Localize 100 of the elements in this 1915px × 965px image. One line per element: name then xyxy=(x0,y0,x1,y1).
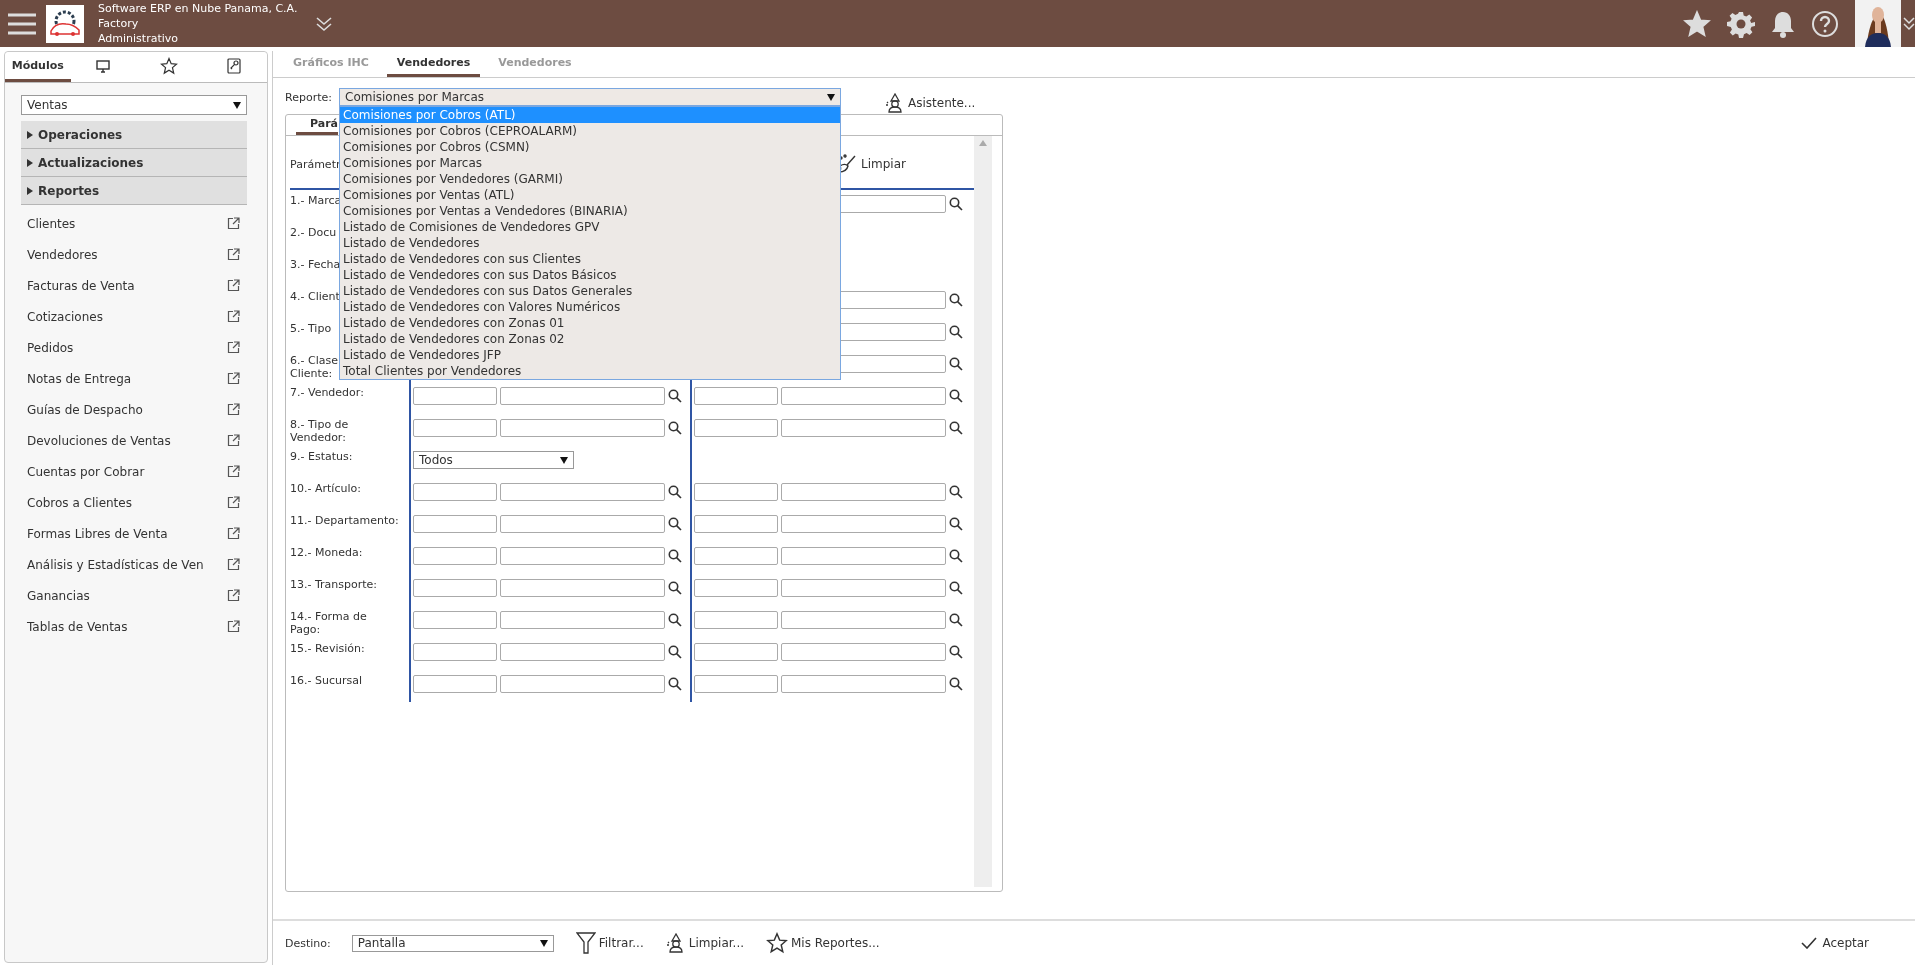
action-button[interactable]: Filtrar... xyxy=(575,932,644,954)
dropdown-option[interactable]: Total Clientes por Vendedores xyxy=(340,363,840,379)
tab[interactable]: Vendedores xyxy=(386,51,481,77)
dropdown-option[interactable]: Listado de Vendedores xyxy=(340,235,840,251)
panel-tab[interactable]: Pará xyxy=(296,115,339,135)
destination-select[interactable]: Pantalla xyxy=(351,934,554,952)
description-field[interactable] xyxy=(781,547,946,565)
description-field[interactable] xyxy=(500,515,665,533)
search-icon[interactable] xyxy=(949,613,963,627)
module-select[interactable]: Ventas xyxy=(21,95,247,115)
external-link-icon[interactable] xyxy=(227,527,240,540)
external-link-icon[interactable] xyxy=(227,403,240,416)
code-field[interactable] xyxy=(413,675,497,693)
description-field[interactable] xyxy=(500,419,665,437)
search-icon[interactable] xyxy=(949,421,963,435)
description-field[interactable] xyxy=(500,643,665,661)
search-icon[interactable] xyxy=(668,613,682,627)
external-link-icon[interactable] xyxy=(227,217,240,230)
menu-link[interactable]: Cobros a Clientes xyxy=(27,495,132,510)
external-link-icon[interactable] xyxy=(227,434,240,447)
external-link-icon[interactable] xyxy=(227,620,240,633)
description-field[interactable] xyxy=(781,643,946,661)
external-link-icon[interactable] xyxy=(227,372,240,385)
menu-section[interactable]: Operaciones xyxy=(21,121,247,149)
action-button[interactable]: Limpiar... xyxy=(665,933,744,953)
menu-link[interactable]: Vendedores xyxy=(27,247,98,262)
code-field[interactable] xyxy=(413,643,497,661)
search-icon[interactable] xyxy=(949,357,963,371)
menu-link[interactable]: Devoluciones de Ventas xyxy=(27,433,171,448)
search-icon[interactable] xyxy=(949,389,963,403)
code-field[interactable] xyxy=(694,547,778,565)
double-chevron-icon[interactable] xyxy=(1903,15,1915,32)
menu-link[interactable]: Pedidos xyxy=(27,340,74,355)
code-field[interactable] xyxy=(413,579,497,597)
code-field[interactable] xyxy=(694,611,778,629)
description-field[interactable] xyxy=(500,579,665,597)
search-icon[interactable] xyxy=(949,485,963,499)
dropdown-option[interactable]: Listado de Vendedores con sus Datos Básicos xyxy=(340,267,840,283)
description-field[interactable] xyxy=(781,515,946,533)
menu-link[interactable]: Cotizaciones xyxy=(27,309,103,324)
search-icon[interactable] xyxy=(949,197,963,211)
dropdown-option[interactable]: Listado de Vendedores con Zonas 02 xyxy=(340,331,840,347)
description-field[interactable] xyxy=(781,675,946,693)
menu-link[interactable]: Tablas de Ventas xyxy=(27,619,128,634)
dropdown-arrow-icon[interactable] xyxy=(233,101,241,109)
menu-link[interactable]: Facturas de Venta xyxy=(27,278,135,293)
code-field[interactable] xyxy=(413,515,497,533)
settings-icon[interactable] xyxy=(1727,9,1755,38)
dropdown-option[interactable]: Comisiones por Ventas (ATL) xyxy=(340,187,840,203)
code-field[interactable] xyxy=(413,611,497,629)
menu-link[interactable]: Notas de Entrega xyxy=(27,371,132,386)
code-field[interactable] xyxy=(694,483,778,501)
menu-link[interactable]: Formas Libres de Venta xyxy=(27,526,168,541)
star-icon[interactable] xyxy=(766,932,788,954)
dropdown-option[interactable]: Listado de Vendedores con Zonas 01 xyxy=(340,315,840,331)
menu-link[interactable]: Clientes xyxy=(27,216,76,231)
search-icon[interactable] xyxy=(668,517,682,531)
search-icon[interactable] xyxy=(949,677,963,691)
report-select[interactable]: Comisiones por Marcas xyxy=(339,88,841,106)
search-icon[interactable] xyxy=(668,421,682,435)
search-icon[interactable] xyxy=(949,645,963,659)
menu-link[interactable]: Guías de Despacho xyxy=(27,402,143,417)
description-field[interactable] xyxy=(781,387,946,405)
description-field[interactable] xyxy=(781,611,946,629)
star-icon[interactable] xyxy=(159,56,178,75)
menu-link[interactable]: Ganancias xyxy=(27,588,90,603)
code-field[interactable] xyxy=(413,387,497,405)
dropdown-option[interactable]: Listado de Comisiones de Vendedores GPV xyxy=(340,219,840,235)
external-link-icon[interactable] xyxy=(227,589,240,602)
search-icon[interactable] xyxy=(949,549,963,563)
double-chevron-icon[interactable] xyxy=(315,15,334,32)
dropdown-arrow-icon[interactable] xyxy=(827,93,835,101)
external-link-icon[interactable] xyxy=(227,248,240,261)
code-field[interactable] xyxy=(694,675,778,693)
menu-link[interactable]: Cuentas por Cobrar xyxy=(27,464,145,479)
search-icon[interactable] xyxy=(949,293,963,307)
dropdown-option[interactable]: Listado de Vendedores con Valores Numéricos xyxy=(340,299,840,315)
menu-icon[interactable] xyxy=(8,12,36,35)
menu-section[interactable]: Reportes xyxy=(21,177,247,205)
search-icon[interactable] xyxy=(668,549,682,563)
external-link-icon[interactable] xyxy=(227,558,240,571)
code-field[interactable] xyxy=(694,643,778,661)
dropdown-option[interactable]: Comisiones por Ventas a Vendedores (BINARIA) xyxy=(340,203,840,219)
external-link-icon[interactable] xyxy=(227,341,240,354)
dropdown-option[interactable]: Comisiones por Cobros (CEPROALARM) xyxy=(340,123,840,139)
wizard-button[interactable]: Asistente... xyxy=(885,93,976,113)
description-field[interactable] xyxy=(500,611,665,629)
search-icon[interactable] xyxy=(949,325,963,339)
help-icon[interactable] xyxy=(1811,9,1839,38)
search-icon[interactable] xyxy=(949,581,963,595)
code-field[interactable] xyxy=(694,419,778,437)
accept-button[interactable]: Aceptar xyxy=(1795,935,1875,951)
external-link-icon[interactable] xyxy=(227,465,240,478)
code-field[interactable] xyxy=(694,579,778,597)
search-icon[interactable] xyxy=(949,517,963,531)
description-field[interactable] xyxy=(500,483,665,501)
menu-link[interactable]: Análisis y Estadísticas de Ven xyxy=(27,557,204,572)
search-icon[interactable] xyxy=(668,389,682,403)
description-field[interactable] xyxy=(781,419,946,437)
dropdown-option[interactable]: Listado de Vendedores con sus Datos Generales xyxy=(340,283,840,299)
